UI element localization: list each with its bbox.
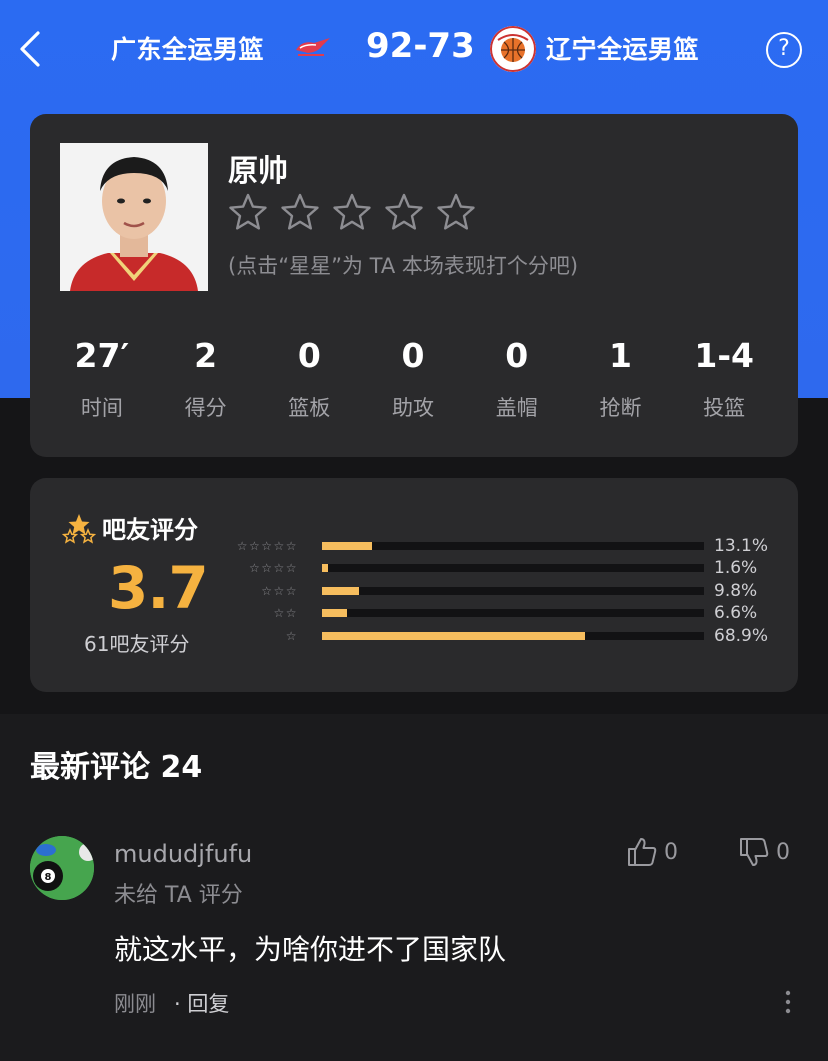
stars-badge-icon (62, 513, 96, 544)
stat-value: 0 (401, 336, 425, 375)
svg-text:8: 8 (45, 872, 52, 883)
comments-title: 最新评论 24 (30, 750, 203, 785)
help-button[interactable]: ? (766, 32, 802, 68)
stat-value: 0 (505, 336, 529, 375)
dist-bar-fill (322, 564, 329, 572)
stat-shooting: 1-4 投篮 (672, 336, 776, 422)
stat-label: 助攻 (392, 396, 435, 420)
back-button[interactable] (14, 28, 48, 70)
distribution-row-3: ☆☆☆ 9.8% (220, 581, 780, 601)
question-icon: ? (778, 36, 790, 61)
star-3-icon[interactable] (332, 192, 372, 232)
star-2-icon[interactable] (280, 192, 320, 232)
dist-percent: 9.8% (714, 581, 758, 601)
dist-stars-label: ☆☆☆☆ (248, 561, 298, 575)
dist-bar-fill (322, 632, 586, 640)
fan-rating-card: 吧友评分 3.7 61吧友评分 ☆☆☆☆☆ 13.1% ☆☆☆☆ 1.6% ☆☆… (30, 478, 798, 692)
more-options-button[interactable] (776, 988, 800, 1016)
dislike-button[interactable]: 0 (738, 836, 790, 868)
rate-stars (228, 192, 476, 232)
stat-value: 2 (194, 336, 218, 375)
comment-user-rating: 未给 TA 评分 (114, 883, 243, 908)
dist-track (322, 609, 704, 617)
stat-label: 投篮 (703, 396, 746, 420)
dist-bar-fill (322, 587, 360, 595)
dist-track (322, 542, 704, 550)
stat-rebounds: 0 篮板 (257, 336, 361, 422)
away-team-name[interactable]: 辽宁全运男篮 (546, 30, 699, 66)
comment-text: 就这水平，为啥你进不了国家队 (114, 933, 507, 966)
stat-steals: 1 抢断 (569, 336, 673, 422)
stat-value: 1-4 (694, 336, 754, 375)
thumbs-up-icon (628, 838, 657, 866)
stat-value: 0 (297, 336, 321, 375)
stat-label: 时间 (80, 396, 123, 420)
stat-value: 1 (608, 336, 632, 375)
like-button[interactable]: 0 (626, 836, 678, 868)
stat-minutes: 27′ 时间 (50, 336, 154, 422)
distribution-row-2: ☆☆ 6.6% (220, 603, 780, 623)
distribution-row-4: ☆☆☆☆ 1.6% (220, 558, 780, 578)
dist-percent: 1.6% (714, 558, 758, 578)
stat-label: 得分 (184, 396, 227, 420)
dist-bar-fill (322, 542, 373, 550)
comment-time: 刚刚 (114, 992, 156, 1016)
dist-percent: 13.1% (714, 536, 769, 556)
distribution-row-1: ☆ 68.9% (220, 626, 780, 646)
stat-value: 27′ (74, 336, 130, 375)
dist-stars-label: ☆ (285, 629, 298, 643)
home-team-name[interactable]: 广东全运男篮 (111, 30, 264, 66)
stat-assists: 0 助攻 (361, 336, 465, 422)
dist-stars-label: ☆☆☆☆☆ (236, 539, 298, 553)
player-name: 原帅 (228, 154, 288, 189)
player-photo (60, 143, 208, 291)
star-1-icon[interactable] (228, 192, 268, 232)
dist-stars-label: ☆☆☆ (261, 584, 298, 598)
home-team-logo (292, 34, 336, 60)
stat-label: 篮板 (288, 396, 331, 420)
thumbs-down-icon (740, 838, 769, 866)
more-vertical-icon (785, 990, 791, 1014)
match-score: 92-73 (366, 26, 475, 66)
dist-percent: 6.6% (714, 603, 758, 623)
star-5-icon[interactable] (436, 192, 476, 232)
dist-bar-fill (322, 609, 348, 617)
rating-title-wrap: 吧友评分 (62, 510, 198, 545)
reply-button[interactable]: · 回复 (174, 988, 229, 1018)
chevron-left-icon (20, 31, 40, 67)
dist-stars-label: ☆☆ (273, 606, 298, 620)
dist-percent: 68.9% (714, 626, 769, 646)
distribution-row-5: ☆☆☆☆☆ 13.1% (220, 536, 780, 556)
comment-username[interactable]: mududjfufu (114, 840, 252, 868)
like-count: 0 (664, 839, 678, 865)
player-card: 原帅 (点击“星星”为 TA 本场表现打个分吧) 27′ 时间 2 得分 0 篮… (30, 114, 798, 457)
dist-track (322, 564, 704, 572)
stat-points: 2 得分 (154, 336, 258, 422)
stat-label: 抢断 (599, 396, 642, 420)
rating-title: 吧友评分 (102, 516, 198, 544)
rating-count: 61吧友评分 (84, 632, 190, 656)
player-stats: 27′ 时间 2 得分 0 篮板 0 助攻 0 盖帽 1 抢断 1-4 投篮 (50, 336, 776, 422)
match-header: 广东全运男篮 92-73 辽宁全运男篮 ? (0, 0, 828, 100)
avatar[interactable]: 8 (30, 836, 94, 900)
star-4-icon[interactable] (384, 192, 424, 232)
rating-score: 3.7 (108, 554, 209, 622)
dist-track (322, 587, 704, 595)
dist-track (322, 632, 704, 640)
stat-blocks: 0 盖帽 (465, 336, 569, 422)
away-team-logo (490, 26, 536, 72)
stat-label: 盖帽 (495, 396, 538, 420)
rate-hint: (点击“星星”为 TA 本场表现打个分吧) (228, 254, 579, 278)
dislike-count: 0 (776, 839, 790, 865)
